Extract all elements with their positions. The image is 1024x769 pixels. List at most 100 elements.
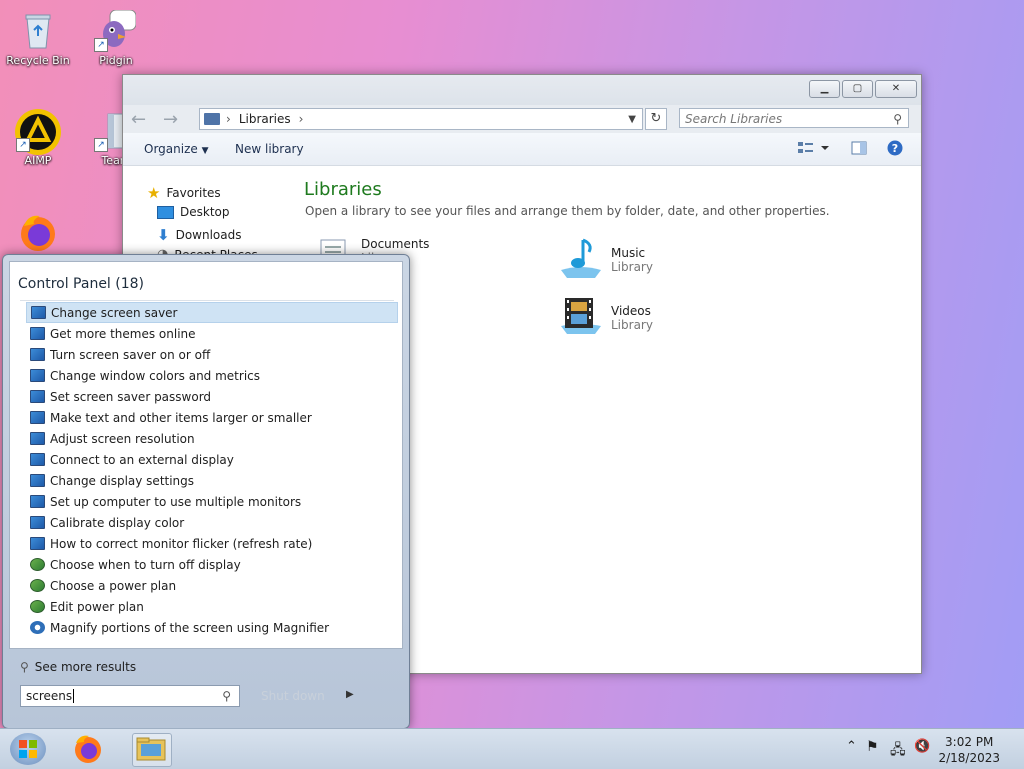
page-title: Libraries bbox=[304, 179, 382, 200]
control-panel-result-item[interactable]: Calibrate display color bbox=[26, 512, 398, 533]
control-panel-result-item[interactable]: Choose a power plan bbox=[26, 575, 398, 596]
refresh-button[interactable]: ↻ bbox=[645, 108, 667, 130]
music-note-icon bbox=[559, 236, 603, 283]
show-hidden-icons-button[interactable]: ⌃ bbox=[846, 739, 857, 754]
system-clock[interactable]: 3:02 PM 2/18/2023 bbox=[938, 734, 1000, 766]
result-label: Get more themes online bbox=[50, 326, 196, 341]
start-button[interactable] bbox=[10, 733, 46, 765]
nav-label: Desktop bbox=[180, 205, 230, 219]
power-options-icon bbox=[30, 579, 45, 592]
display-icon bbox=[30, 453, 45, 466]
pidgin-icon: ↗ bbox=[94, 9, 137, 52]
result-label: Connect to an external display bbox=[50, 452, 234, 467]
control-panel-result-item[interactable]: Adjust screen resolution bbox=[26, 428, 398, 449]
control-panel-result-item[interactable]: Connect to an external display bbox=[26, 449, 398, 470]
aimp-icon: ↗ bbox=[15, 109, 61, 155]
library-name: Documents bbox=[361, 236, 430, 251]
shortcut-arrow-icon: ↗ bbox=[94, 138, 108, 152]
shutdown-options-arrow-icon[interactable]: ▶ bbox=[346, 689, 354, 700]
library-name: Videos bbox=[611, 303, 651, 318]
display-icon bbox=[30, 390, 45, 403]
desktop-icon-firefox[interactable] bbox=[6, 212, 70, 256]
help-icon[interactable]: ? bbox=[887, 140, 903, 159]
organize-button[interactable]: Organize ▼ bbox=[144, 142, 209, 156]
taskbar-firefox-button[interactable] bbox=[72, 733, 106, 765]
close-button[interactable]: ✕ bbox=[875, 80, 917, 98]
see-more-results-link[interactable]: ⚲ See more results bbox=[20, 660, 136, 674]
display-icon bbox=[30, 411, 45, 424]
network-icon[interactable]: 🖧 bbox=[890, 739, 906, 763]
magnifier-icon bbox=[30, 621, 45, 634]
result-label: Change display settings bbox=[50, 473, 195, 488]
display-icon bbox=[30, 537, 45, 550]
taskbar-explorer-button[interactable] bbox=[132, 733, 172, 767]
power-options-icon bbox=[30, 558, 45, 571]
breadcrumb-separator[interactable]: › bbox=[299, 112, 304, 126]
desktop-icon-pidgin[interactable]: ↗ Pidgin bbox=[84, 9, 148, 67]
result-label: Turn screen saver on or off bbox=[50, 347, 211, 362]
search-icon: ⚲ bbox=[893, 112, 902, 126]
library-type: Library bbox=[611, 317, 653, 332]
result-label: Adjust screen resolution bbox=[50, 431, 195, 446]
display-icon bbox=[30, 369, 45, 382]
desktop-icon-recycle-bin[interactable]: Recycle Bin bbox=[6, 10, 70, 67]
nav-item-downloads[interactable]: ⬇ Downloads bbox=[157, 226, 241, 244]
control-panel-result-item[interactable]: Change display settings bbox=[26, 470, 398, 491]
control-panel-result-item[interactable]: Set screen saver password bbox=[26, 386, 398, 407]
desktop-icon-aimp[interactable]: ↗ AIMP bbox=[6, 109, 70, 167]
volume-muted-icon[interactable]: 🔇 bbox=[914, 739, 930, 754]
clock-time: 3:02 PM bbox=[945, 735, 994, 749]
control-panel-result-item[interactable]: Get more themes online bbox=[26, 323, 398, 344]
see-more-label: See more results bbox=[34, 660, 137, 674]
display-icon bbox=[30, 474, 45, 487]
control-panel-result-item[interactable]: Turn screen saver on or off bbox=[26, 344, 398, 365]
taskbar: ⌃ ⚑ 🖧 🔇 3:02 PM 2/18/2023 bbox=[0, 728, 1024, 769]
control-panel-result-item[interactable]: Magnify portions of the screen using Mag… bbox=[26, 617, 398, 638]
control-panel-result-item[interactable]: Edit power plan bbox=[26, 596, 398, 617]
control-panel-results: Change screen saver Get more themes onlin… bbox=[26, 302, 398, 638]
control-panel-result-item[interactable]: Set up computer to use multiple monitors bbox=[26, 491, 398, 512]
control-panel-result-item[interactable]: Change screen saver bbox=[26, 302, 398, 323]
result-label: Calibrate display color bbox=[50, 515, 185, 530]
library-music[interactable]: Music Library bbox=[559, 236, 653, 283]
display-icon bbox=[30, 495, 45, 508]
address-bar[interactable]: › Libraries › ▼ bbox=[199, 108, 643, 130]
library-type: Library bbox=[611, 259, 653, 274]
result-label: Set up computer to use multiple monitors bbox=[50, 494, 302, 509]
breadcrumb-separator[interactable]: › bbox=[226, 112, 231, 126]
library-videos[interactable]: Videos Library bbox=[559, 296, 653, 339]
start-search-input[interactable]: screens ⚲ bbox=[20, 685, 240, 707]
recycle-bin-icon bbox=[18, 10, 58, 50]
display-icon bbox=[30, 516, 45, 529]
nav-item-desktop[interactable]: Desktop bbox=[157, 205, 230, 219]
maximize-button[interactable]: ▢ bbox=[842, 80, 873, 98]
view-options-icon[interactable] bbox=[797, 140, 831, 159]
nav-item-favorites[interactable]: ★ Favorites bbox=[147, 184, 221, 202]
control-panel-result-item[interactable]: Change window colors and metrics bbox=[26, 365, 398, 386]
desktop-icon bbox=[157, 205, 174, 219]
results-section-title: Control Panel (18) bbox=[18, 276, 145, 292]
control-panel-result-item[interactable]: Make text and other items larger or smal… bbox=[26, 407, 398, 428]
breadcrumb-libraries[interactable]: Libraries bbox=[239, 112, 291, 126]
address-dropdown-icon[interactable]: ▼ bbox=[628, 114, 636, 125]
preview-pane-icon[interactable] bbox=[851, 140, 867, 159]
back-arrow-icon[interactable]: ← bbox=[131, 109, 146, 130]
display-icon bbox=[30, 327, 45, 340]
nav-label: Favorites bbox=[166, 186, 221, 200]
text-caret bbox=[73, 689, 75, 703]
search-icon: ⚲ bbox=[20, 660, 29, 674]
new-library-button[interactable]: New library bbox=[235, 142, 304, 156]
control-panel-result-item[interactable]: How to correct monitor flicker (refresh … bbox=[26, 533, 398, 554]
forward-arrow-icon[interactable]: → bbox=[163, 109, 178, 130]
minimize-button[interactable]: ▁ bbox=[809, 80, 840, 98]
result-label: Choose when to turn off display bbox=[50, 557, 241, 572]
control-panel-result-item[interactable]: Choose when to turn off display bbox=[26, 554, 398, 575]
action-center-flag-icon[interactable]: ⚑ bbox=[866, 739, 879, 755]
search-libraries-input[interactable]: Search Libraries ⚲ bbox=[679, 108, 909, 128]
result-label: Make text and other items larger or smal… bbox=[50, 410, 312, 425]
shut-down-button[interactable]: Shut down bbox=[261, 689, 325, 703]
page-subtitle: Open a library to see your files and arr… bbox=[305, 204, 830, 218]
folder-icon bbox=[136, 737, 166, 761]
result-label: How to correct monitor flicker (refresh … bbox=[50, 536, 313, 551]
explorer-titlebar[interactable]: ▁ ▢ ✕ bbox=[123, 75, 921, 105]
